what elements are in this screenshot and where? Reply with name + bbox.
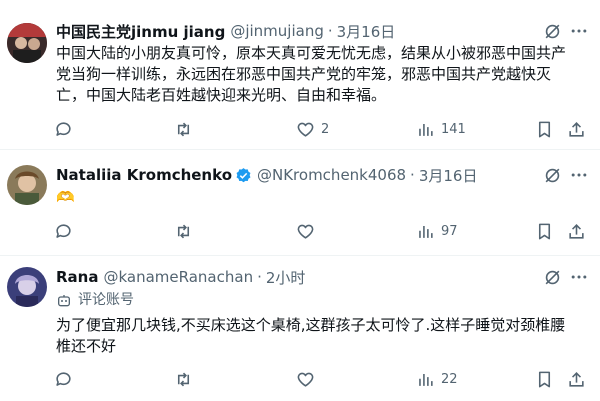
bot-icon bbox=[58, 294, 70, 306]
display-name[interactable]: 中国民主党jinmu jiang bbox=[56, 21, 225, 42]
view-count: 22 bbox=[441, 371, 458, 387]
share-button[interactable] bbox=[567, 221, 586, 241]
tweet-actions: 2 141 bbox=[54, 119, 594, 139]
grok-icon[interactable] bbox=[543, 166, 562, 185]
view-count: 97 bbox=[441, 223, 458, 239]
retweet-button[interactable] bbox=[174, 119, 193, 139]
views-chart-icon bbox=[419, 123, 433, 136]
reply-icon bbox=[56, 371, 71, 386]
divider bbox=[0, 149, 600, 150]
tweet-text: 中国大陆的小朋友真可怜，原本天真可爱无忧无虑，结果从小被邪恶中国共产党当狗一样训… bbox=[56, 44, 567, 104]
heart-icon bbox=[297, 372, 314, 387]
retweet-icon bbox=[177, 224, 190, 238]
like-button[interactable] bbox=[296, 221, 315, 241]
heart-icon bbox=[297, 122, 314, 137]
share-icon bbox=[569, 223, 584, 239]
separator-dot: · bbox=[410, 166, 415, 184]
share-icon bbox=[569, 121, 584, 137]
tweet-emoji: 🫶 bbox=[56, 188, 75, 206]
views-button[interactable]: 97 bbox=[416, 221, 458, 241]
user-handle[interactable]: @jinmujiang bbox=[230, 22, 324, 40]
tweet-header: Nataliia Kromchenko @NKromchenk4068 · 3月… bbox=[56, 164, 477, 186]
like-count: 2 bbox=[321, 121, 330, 137]
avatar[interactable] bbox=[7, 23, 47, 63]
view-count: 141 bbox=[441, 121, 466, 137]
display-name[interactable]: Rana bbox=[56, 268, 98, 286]
tweet-text: 为了便宜那几块钱,不买床选这个桌椅,这群孩子太可怜了.这样子睡觉对颈椎腰椎还不好 bbox=[56, 316, 566, 355]
reply-icon bbox=[56, 223, 71, 238]
views-chart-icon bbox=[419, 373, 433, 386]
verified-badge-icon bbox=[236, 167, 251, 182]
bookmark-icon bbox=[538, 223, 551, 239]
separator-dot: · bbox=[257, 268, 262, 286]
more-options-icon[interactable] bbox=[569, 21, 589, 41]
account-label-text: 评论账号 bbox=[78, 292, 134, 308]
tweet-3[interactable]: Rana @kanameRanachan · 2小时 评论账号 为了便宜那几块钱… bbox=[0, 266, 600, 396]
timestamp[interactable]: 3月16日 bbox=[419, 165, 478, 186]
more-options-icon[interactable] bbox=[569, 165, 589, 185]
reply-icon bbox=[56, 121, 71, 136]
like-button[interactable] bbox=[296, 369, 315, 389]
more-options-icon[interactable] bbox=[569, 267, 589, 287]
display-name[interactable]: Nataliia Kromchenko bbox=[56, 166, 232, 184]
retweet-icon bbox=[177, 372, 190, 386]
user-handle[interactable]: @NKromchenk4068 bbox=[257, 166, 406, 184]
tweet-2[interactable]: Nataliia Kromchenko @NKromchenk4068 · 3月… bbox=[0, 164, 600, 248]
tweet-header: 中国民主党jinmu jiang @jinmujiang · 3月16日 bbox=[56, 20, 395, 42]
tweet-actions: 97 bbox=[54, 221, 594, 241]
timestamp[interactable]: 3月16日 bbox=[337, 21, 396, 42]
views-button[interactable]: 141 bbox=[416, 119, 466, 139]
share-button[interactable] bbox=[567, 369, 586, 389]
views-chart-icon bbox=[419, 225, 433, 238]
like-button[interactable]: 2 bbox=[296, 119, 329, 139]
bookmark-button[interactable] bbox=[535, 221, 554, 241]
account-label: 评论账号 bbox=[56, 290, 576, 311]
retweet-icon bbox=[177, 122, 190, 136]
grok-icon[interactable] bbox=[543, 22, 562, 41]
retweet-button[interactable] bbox=[174, 369, 193, 389]
reply-button[interactable] bbox=[54, 369, 73, 389]
divider bbox=[0, 255, 600, 256]
separator-dot: · bbox=[327, 22, 333, 40]
reply-button[interactable] bbox=[54, 119, 73, 139]
avatar[interactable] bbox=[7, 267, 47, 307]
tweet-1[interactable]: 中国民主党jinmu jiang @jinmujiang · 3月16日 中国大… bbox=[0, 20, 600, 140]
grok-icon[interactable] bbox=[543, 268, 562, 287]
heart-icon bbox=[297, 224, 314, 239]
tweet-actions: 22 bbox=[54, 369, 594, 389]
bookmark-icon bbox=[538, 371, 551, 387]
reply-button[interactable] bbox=[54, 221, 73, 241]
user-handle[interactable]: @kanameRanachan bbox=[103, 268, 253, 286]
views-button[interactable]: 22 bbox=[416, 369, 458, 389]
bookmark-button[interactable] bbox=[535, 369, 554, 389]
bookmark-icon bbox=[538, 121, 551, 137]
share-icon bbox=[569, 371, 584, 387]
avatar[interactable] bbox=[7, 165, 47, 205]
tweet-header: Rana @kanameRanachan · 2小时 bbox=[56, 266, 305, 288]
retweet-button[interactable] bbox=[174, 221, 193, 241]
timestamp[interactable]: 2小时 bbox=[266, 267, 306, 288]
bookmark-button[interactable] bbox=[535, 119, 554, 139]
share-button[interactable] bbox=[567, 119, 586, 139]
